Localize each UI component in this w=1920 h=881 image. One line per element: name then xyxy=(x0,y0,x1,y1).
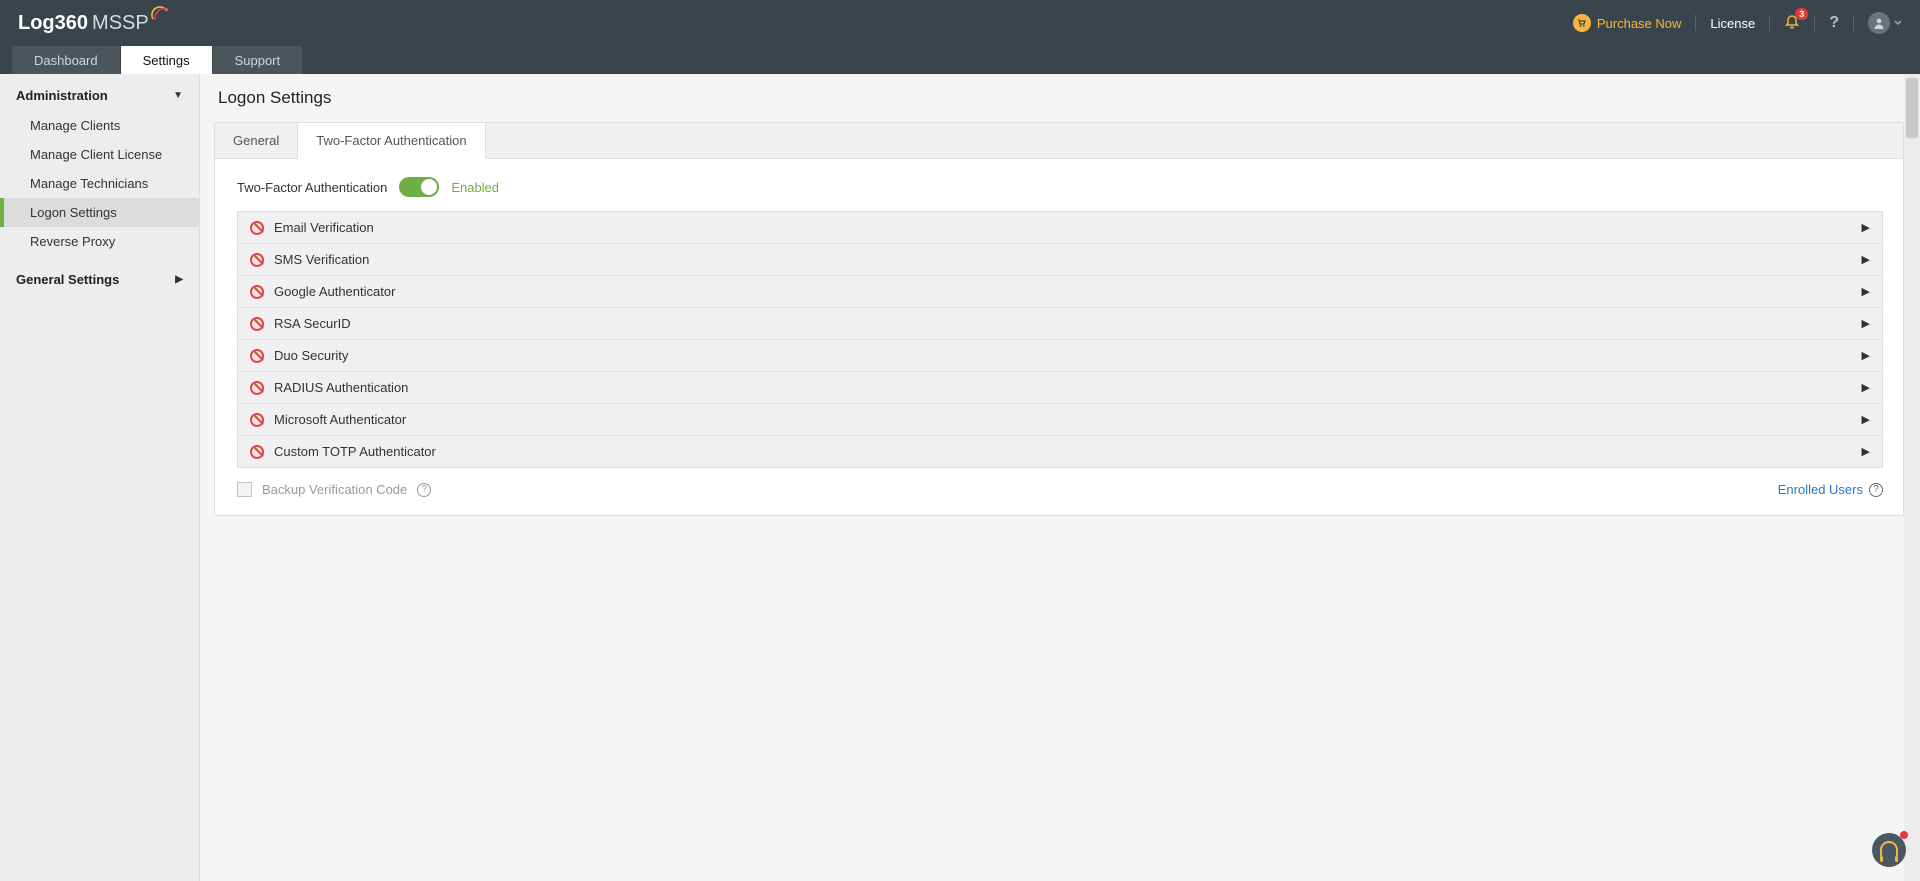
caret-right-icon: ▶ xyxy=(175,274,183,285)
tab-dashboard[interactable]: Dashboard xyxy=(12,46,120,74)
chevron-right-icon: ▶ xyxy=(1862,445,1870,458)
method-label: SMS Verification xyxy=(274,252,1862,267)
method-google-authenticator[interactable]: Google Authenticator ▶ xyxy=(238,276,1882,308)
enrolled-label: Enrolled Users xyxy=(1778,482,1863,497)
sidebar-group-general-settings[interactable]: General Settings ▶ xyxy=(0,264,199,295)
disabled-icon xyxy=(250,445,264,459)
logo-bold: Log360 xyxy=(18,12,88,35)
disabled-icon xyxy=(250,413,264,427)
disabled-icon xyxy=(250,349,264,363)
purchase-now-link[interactable]: Purchase Now xyxy=(1573,14,1682,32)
headset-icon xyxy=(1880,841,1898,859)
tfa-toggle-row: Two-Factor Authentication Enabled xyxy=(237,177,1883,197)
disabled-icon xyxy=(250,253,264,267)
backup-checkbox[interactable] xyxy=(237,482,252,497)
tab-support[interactable]: Support xyxy=(213,46,303,74)
sidebar-item-reverse-proxy[interactable]: Reverse Proxy xyxy=(0,227,199,256)
disabled-icon xyxy=(250,221,264,235)
method-rsa-securid[interactable]: RSA SecurID ▶ xyxy=(238,308,1882,340)
divider xyxy=(1769,15,1770,31)
cart-icon xyxy=(1573,14,1591,32)
help-icon[interactable]: ? xyxy=(1829,14,1839,32)
scrollbar-thumb[interactable] xyxy=(1906,78,1918,138)
sidebar-group-label: Administration xyxy=(16,88,108,103)
sidebar-item-logon-settings[interactable]: Logon Settings xyxy=(0,198,199,227)
method-microsoft-authenticator[interactable]: Microsoft Authenticator ▶ xyxy=(238,404,1882,436)
chevron-right-icon: ▶ xyxy=(1862,221,1870,234)
chevron-right-icon: ▶ xyxy=(1862,349,1870,362)
logo-thin: MSSP xyxy=(92,12,149,35)
sidebar-item-manage-clients[interactable]: Manage Clients xyxy=(0,111,199,140)
chevron-right-icon: ▶ xyxy=(1862,381,1870,394)
method-duo-security[interactable]: Duo Security ▶ xyxy=(238,340,1882,372)
notifications-button[interactable]: 3 xyxy=(1784,14,1800,33)
method-label: Email Verification xyxy=(274,220,1862,235)
disabled-icon xyxy=(250,317,264,331)
chevron-right-icon: ▶ xyxy=(1862,413,1870,426)
backup-label: Backup Verification Code xyxy=(262,482,407,497)
help-icon[interactable]: ? xyxy=(1869,483,1883,497)
settings-card: General Two-Factor Authentication Two-Fa… xyxy=(214,122,1904,516)
method-label: Custom TOTP Authenticator xyxy=(274,444,1862,459)
card-tab-general[interactable]: General xyxy=(215,123,298,158)
help-icon[interactable]: ? xyxy=(417,483,431,497)
page-title: Logon Settings xyxy=(218,88,1904,108)
chevron-right-icon: ▶ xyxy=(1862,317,1870,330)
sidebar-group-label: General Settings xyxy=(16,272,119,287)
user-menu[interactable] xyxy=(1868,12,1902,34)
purchase-label: Purchase Now xyxy=(1597,16,1682,31)
header-actions: Purchase Now License 3 ? xyxy=(1573,12,1902,34)
tab-settings[interactable]: Settings xyxy=(121,46,212,74)
app-header: Log360 MSSP Purchase Now License 3 ? xyxy=(0,0,1920,46)
tfa-toggle[interactable] xyxy=(399,177,439,197)
notifications-badge: 3 xyxy=(1795,8,1808,20)
sidebar: Administration ▼ Manage Clients Manage C… xyxy=(0,74,200,881)
method-label: Duo Security xyxy=(274,348,1862,363)
sidebar-group-administration[interactable]: Administration ▼ xyxy=(0,80,199,111)
method-label: RSA SecurID xyxy=(274,316,1862,331)
main-panel: Logon Settings General Two-Factor Authen… xyxy=(200,74,1920,881)
method-label: Microsoft Authenticator xyxy=(274,412,1862,427)
chevron-down-icon xyxy=(1894,19,1902,27)
card-tab-tfa[interactable]: Two-Factor Authentication xyxy=(298,123,485,159)
chevron-right-icon: ▶ xyxy=(1862,285,1870,298)
tfa-status: Enabled xyxy=(451,180,499,195)
method-radius-authentication[interactable]: RADIUS Authentication ▶ xyxy=(238,372,1882,404)
license-link[interactable]: License xyxy=(1710,16,1755,31)
tfa-method-list: Email Verification ▶ SMS Verification ▶ … xyxy=(237,211,1883,468)
sidebar-item-manage-client-license[interactable]: Manage Client License xyxy=(0,140,199,169)
divider xyxy=(1695,15,1696,31)
vertical-scrollbar[interactable] xyxy=(1904,74,1920,881)
method-custom-totp[interactable]: Custom TOTP Authenticator ▶ xyxy=(238,436,1882,467)
divider xyxy=(1853,15,1854,31)
logo-arc-icon xyxy=(151,5,169,29)
method-sms-verification[interactable]: SMS Verification ▶ xyxy=(238,244,1882,276)
chevron-right-icon: ▶ xyxy=(1862,253,1870,266)
method-email-verification[interactable]: Email Verification ▶ xyxy=(238,212,1882,244)
user-icon xyxy=(1868,12,1890,34)
divider xyxy=(1814,15,1815,31)
sidebar-item-manage-technicians[interactable]: Manage Technicians xyxy=(0,169,199,198)
backup-verification-row: Backup Verification Code ? xyxy=(237,482,431,497)
caret-down-icon: ▼ xyxy=(173,90,183,101)
method-label: Google Authenticator xyxy=(274,284,1862,299)
disabled-icon xyxy=(250,285,264,299)
tfa-label: Two-Factor Authentication xyxy=(237,180,387,195)
card-tabs: General Two-Factor Authentication xyxy=(215,123,1903,159)
main-tabs: Dashboard Settings Support xyxy=(0,46,1920,74)
brand-logo: Log360 MSSP xyxy=(18,11,169,35)
enrolled-users-link[interactable]: Enrolled Users ? xyxy=(1778,482,1883,497)
method-label: RADIUS Authentication xyxy=(274,380,1862,395)
support-chat-button[interactable] xyxy=(1872,833,1906,867)
disabled-icon xyxy=(250,381,264,395)
